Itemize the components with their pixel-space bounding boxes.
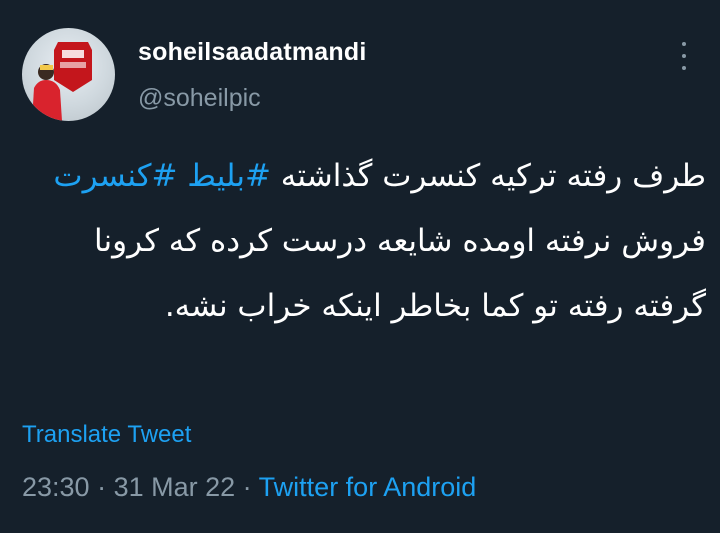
tweet-text: طرف رفته ترکیه کنسرت گذاشته #بلیط #کنسرت… (30, 144, 706, 339)
hashtag-concert[interactable]: #کنسرت (53, 158, 177, 194)
three-dots-vertical-icon (682, 42, 686, 46)
meta-separator: · (235, 472, 259, 502)
tweet-source-link[interactable]: Twitter for Android (259, 472, 477, 502)
user-handle[interactable]: @soheilpic (138, 84, 261, 113)
translate-tweet-link[interactable]: Translate Tweet (22, 421, 191, 449)
tweet-text-part2: فروش نرفته اومده شایعه درست کرده که کرون… (94, 223, 706, 324)
profile-photo (32, 42, 92, 121)
dot (682, 54, 686, 58)
tweet-text-part1: طرف رفته ترکیه کنسرت گذاشته (270, 158, 706, 194)
meta-separator: · (89, 472, 114, 502)
tweet-meta: 23:30 · 31 Mar 22 · Twitter for Android (22, 472, 476, 503)
tweet-time: 23:30 (22, 472, 90, 502)
hashtag-ticket[interactable]: #بلیط (187, 158, 271, 194)
dot (682, 66, 686, 70)
tweet-date: 31 Mar 22 (113, 472, 236, 502)
more-options-button[interactable] (672, 42, 696, 70)
avatar[interactable] (22, 28, 115, 121)
display-name[interactable]: soheilsaadatmandi (138, 38, 366, 67)
